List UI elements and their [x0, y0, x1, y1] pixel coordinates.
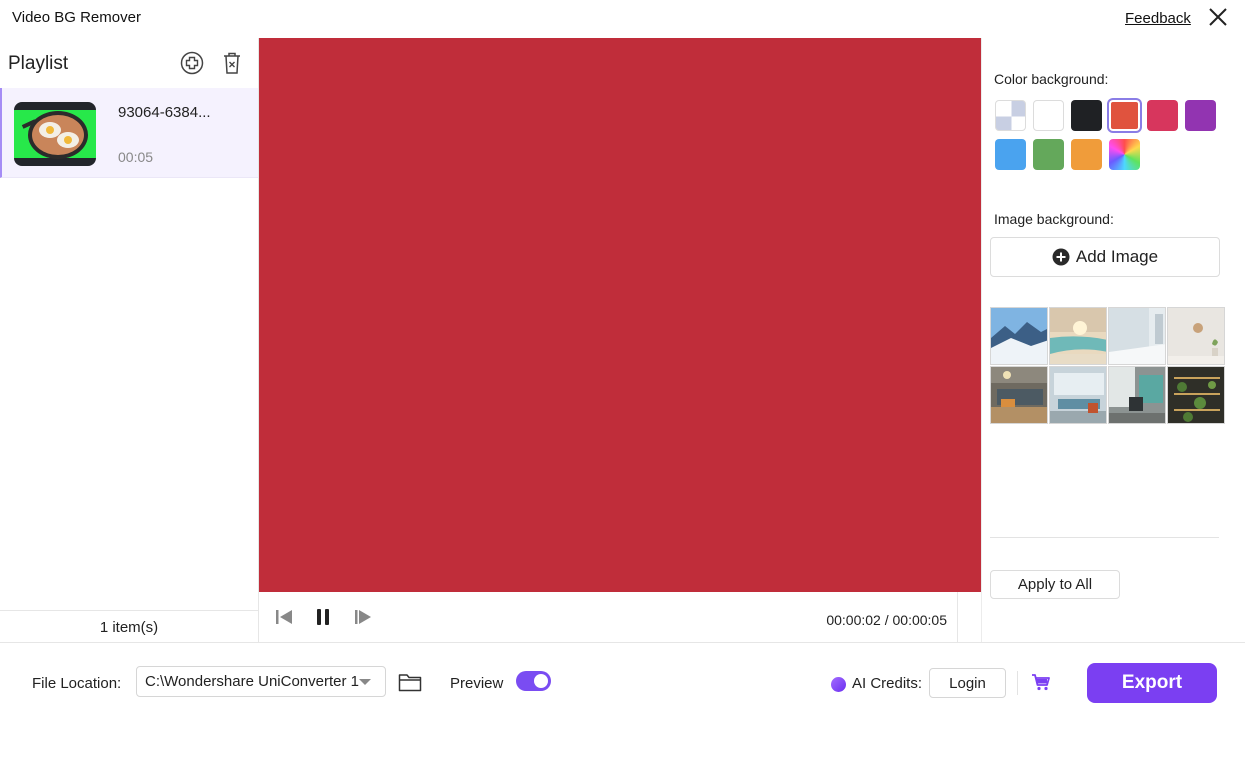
file-location-label: File Location: [32, 675, 122, 692]
beach-sunset-image [1050, 308, 1106, 364]
office-chair-room-image [1109, 367, 1165, 423]
bg-image-white-room[interactable] [1108, 307, 1166, 365]
swatch-crimson[interactable] [1147, 100, 1178, 131]
add-image-label: Add Image [1075, 247, 1159, 266]
delete-icon[interactable] [221, 51, 243, 75]
title-bar: Video BG Remover Feedback [0, 0, 1245, 38]
playlist-item[interactable]: 93064-6384... 00:05 [0, 88, 258, 178]
playback-controls: 00:00:02 / 00:00:05 [259, 592, 958, 642]
bg-image-office-chair-room[interactable] [1108, 366, 1166, 424]
plant-shelves-image [1168, 367, 1224, 423]
next-frame-icon[interactable] [353, 608, 373, 626]
separator [1017, 671, 1018, 695]
swatch-transparent[interactable] [995, 100, 1026, 131]
toggle-knob [534, 674, 548, 688]
meeting-room-image [1050, 367, 1106, 423]
swatch-custom-color-picker[interactable] [1109, 139, 1140, 170]
bg-image-meeting-room[interactable] [1049, 366, 1107, 424]
bottom-bar: File Location: C:\Wondershare UniConvert… [0, 642, 1245, 766]
close-icon[interactable] [1207, 6, 1229, 28]
playlist-item-name: 93064-6384... [118, 104, 211, 121]
bg-image-plant-shelves[interactable] [1167, 366, 1225, 424]
previous-frame-icon[interactable] [274, 608, 294, 626]
swatch-blue[interactable] [995, 139, 1026, 170]
folder-icon[interactable] [398, 672, 422, 692]
fried-eggs-thumbnail-image [14, 110, 96, 159]
swatch-orange-red[interactable] [1109, 100, 1140, 131]
swatch-green[interactable] [1033, 139, 1064, 170]
background-settings-panel: Color background: Image background: Add … [981, 38, 1245, 642]
add-file-icon[interactable] [180, 51, 204, 75]
ai-credits-icon [831, 677, 846, 692]
apply-to-all-button[interactable]: Apply to All [990, 570, 1120, 599]
cart-icon[interactable] [1031, 673, 1051, 691]
swatch-orange[interactable] [1071, 139, 1102, 170]
office-lobby-image [991, 367, 1047, 423]
plus-circle-icon [1052, 248, 1070, 266]
snowy-mountains-image [991, 308, 1047, 364]
bg-image-beach-sunset[interactable] [1049, 307, 1107, 365]
preview-label: Preview [450, 675, 504, 692]
playlist-header: Playlist [0, 38, 258, 88]
file-location-dropdown[interactable]: C:\Wondershare UniConverter 1 [136, 666, 386, 697]
app-title: Video BG Remover [12, 9, 141, 26]
bg-image-office-lobby[interactable] [990, 366, 1048, 424]
playlist-item-duration: 00:05 [118, 149, 154, 165]
white-room-image [1109, 308, 1165, 364]
wall-clock-room-image [1168, 308, 1224, 364]
playlist-count: 1 item(s) [0, 610, 258, 642]
export-button[interactable]: Export [1087, 663, 1217, 703]
login-button[interactable]: Login [929, 668, 1006, 698]
chevron-down-icon [359, 679, 371, 685]
add-image-button[interactable]: Add Image [990, 237, 1220, 277]
panel-divider [990, 537, 1219, 538]
swatch-purple[interactable] [1185, 100, 1216, 131]
feedback-link[interactable]: Feedback [1125, 10, 1191, 27]
timecode: 00:00:02 / 00:00:05 [826, 612, 947, 628]
pause-icon[interactable] [314, 608, 332, 626]
playlist-title: Playlist [8, 53, 69, 74]
swatch-white[interactable] [1033, 100, 1064, 131]
swatch-black[interactable] [1071, 100, 1102, 131]
image-background-label: Image background: [994, 211, 1114, 227]
video-preview[interactable] [259, 38, 981, 592]
video-thumbnail [14, 102, 96, 166]
bg-image-snowy-mountains[interactable] [990, 307, 1048, 365]
file-location-value: C:\Wondershare UniConverter 1 [145, 673, 359, 690]
color-background-label: Color background: [994, 71, 1109, 87]
preview-toggle[interactable] [516, 671, 551, 691]
ai-credits-label: AI Credits: [852, 675, 923, 692]
bg-image-wall-clock-room[interactable] [1167, 307, 1225, 365]
playlist-panel: Playlist 93064-6384... 00:05 1 item(s) [0, 38, 259, 642]
